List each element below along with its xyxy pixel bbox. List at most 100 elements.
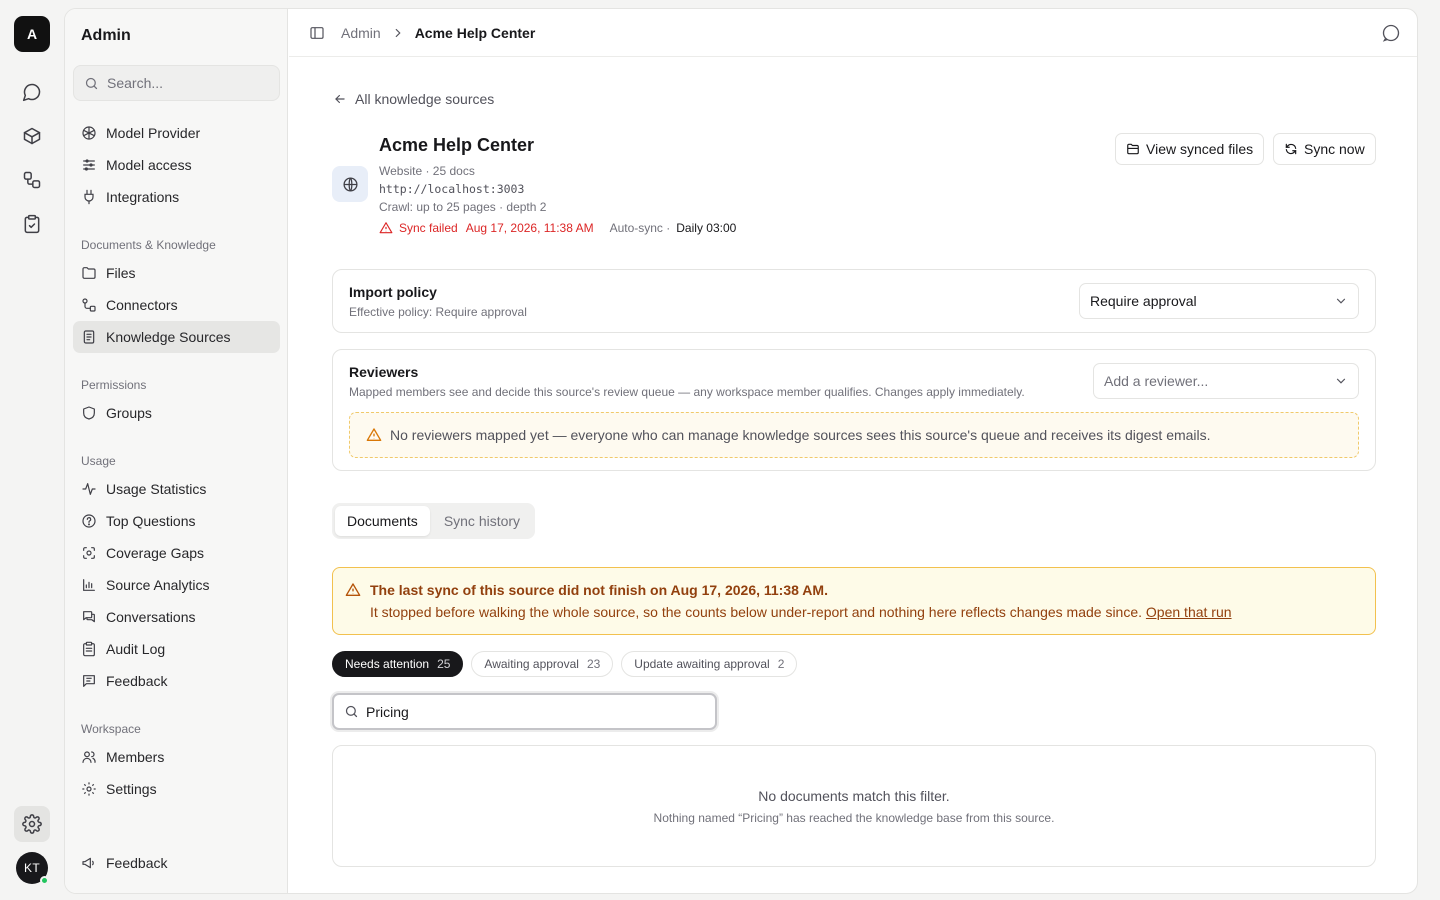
top-bar: Admin Acme Help Center (289, 9, 1417, 57)
reviewers-card: Reviewers Mapped members see and decide … (332, 349, 1376, 471)
sidebar-group-documents: Documents & Knowledge (81, 238, 216, 252)
filter-needs-attention[interactable]: Needs attention 25 (332, 651, 464, 677)
sidebar-item-connectors[interactable]: Connectors (73, 289, 280, 321)
content-area: Admin Acme Help Center All knowledge sou… (289, 9, 1417, 893)
sidebar-item-groups[interactable]: Groups (73, 397, 280, 429)
sidebar-item-usage-statistics[interactable]: Usage Statistics (73, 473, 280, 505)
no-reviewers-warning: No reviewers mapped yet — everyone who c… (349, 412, 1359, 458)
sidebar-item-label: Members (106, 749, 165, 765)
clipboard-icon (83, 641, 95, 657)
tab-sync-history[interactable]: Sync history (432, 506, 532, 536)
sidebar-item-coverage-gaps[interactable]: Coverage Gaps (73, 537, 280, 569)
gear-icon (82, 782, 96, 796)
sidebar-toggle-icon[interactable] (309, 25, 325, 41)
warning-icon (366, 428, 382, 441)
sync-status: Sync failed (399, 221, 458, 235)
filter-input-value: Pricing (366, 703, 409, 720)
breadcrumb-parent[interactable]: Admin (341, 25, 381, 41)
box-icon[interactable] (14, 118, 50, 154)
sidebar-item-label: Files (106, 265, 136, 281)
alert-body-text: It stopped before walking the whole sour… (370, 604, 1143, 620)
book-icon (83, 330, 95, 344)
sidebar-item-top-questions[interactable]: Top Questions (73, 505, 280, 537)
chip-count: 23 (586, 657, 601, 671)
tab-documents[interactable]: Documents (335, 506, 430, 536)
sync-time: Aug 17, 2026, 11:38 AM (465, 221, 594, 235)
view-synced-files-button[interactable]: View synced files (1115, 133, 1265, 165)
no-reviewers-warning-text: No reviewers mapped yet — everyone who c… (390, 427, 1211, 443)
plug-icon (84, 189, 94, 205)
back-link[interactable]: All knowledge sources (333, 91, 494, 107)
sidebar-search-input[interactable]: Search... (73, 65, 280, 101)
shield-icon (83, 406, 95, 420)
filter-update-awaiting-approval[interactable]: Update awaiting approval 2 (621, 651, 798, 677)
back-link-label: All knowledge sources (355, 91, 495, 107)
scan-icon (83, 547, 95, 559)
search-icon (85, 77, 98, 89)
chat-bubble-icon[interactable] (1381, 23, 1401, 43)
sidebar-item-source-analytics[interactable]: Source Analytics (73, 569, 280, 601)
sidebar-item-files[interactable]: Files (73, 257, 280, 289)
sync-incomplete-alert: The last sync of this source did not fin… (332, 567, 1376, 635)
import-policy-select[interactable]: Require approval (1079, 283, 1359, 319)
sync-status-row: Sync failed Aug 17, 2026, 11:38 AM Auto-… (379, 221, 736, 235)
sidebar-item-label: Source Analytics (106, 577, 210, 593)
refresh-icon (1285, 143, 1297, 155)
chip-label: Update awaiting approval (634, 657, 770, 671)
sidebar-item-label: Feedback (106, 855, 168, 871)
document-filter-input[interactable]: Pricing (332, 693, 717, 730)
open-run-link[interactable]: Open that run (1146, 604, 1232, 620)
source-title: Acme Help Center (379, 135, 535, 155)
sidebar-item-members[interactable]: Members (73, 741, 280, 773)
sidebar-item-label: Knowledge Sources (106, 329, 231, 345)
view-synced-files-label: View synced files (1146, 141, 1254, 157)
bar-chart-icon (83, 579, 95, 591)
sidebar-item-settings[interactable]: Settings (73, 773, 280, 805)
sync-now-label: Sync now (1304, 141, 1365, 157)
model-provider-icon (82, 126, 96, 140)
sliders-icon (83, 159, 95, 171)
sidebar-group-usage: Usage (81, 454, 116, 468)
empty-state: No documents match this filter. Nothing … (332, 745, 1376, 867)
chevron-down-icon (1336, 378, 1346, 384)
sidebar-item-model-provider[interactable]: Model Provider (73, 117, 280, 149)
clipboard-check-icon[interactable] (14, 206, 50, 242)
sidebar-item-label: Feedback (106, 673, 168, 689)
arrow-left-icon (335, 94, 345, 104)
add-reviewer-placeholder: Add a reviewer... (1104, 373, 1209, 389)
import-policy-card: Import policy Effective policy: Require … (332, 269, 1376, 333)
sidebar-item-model-access[interactable]: Model access (73, 149, 280, 181)
folder-open-icon (1127, 143, 1139, 155)
sidebar-item-feedback[interactable]: Feedback (73, 665, 280, 697)
sidebar-footer-feedback[interactable]: Feedback (73, 847, 280, 879)
chat-icon[interactable] (14, 74, 50, 110)
alert-body: It stopped before walking the whole sour… (370, 604, 1232, 620)
sync-now-button[interactable]: Sync now (1273, 133, 1376, 165)
activity-icon (82, 483, 96, 495)
sidebar-item-knowledge-sources[interactable]: Knowledge Sources (73, 321, 280, 353)
add-reviewer-select[interactable]: Add a reviewer... (1093, 363, 1359, 399)
filter-awaiting-approval[interactable]: Awaiting approval 23 (471, 651, 614, 677)
sidebar-item-conversations[interactable]: Conversations (73, 601, 280, 633)
chevron-right-icon (395, 28, 401, 37)
source-crawl-settings: Crawl: up to 25 pages · depth 2 (379, 200, 547, 214)
help-circle-icon (82, 514, 96, 528)
avatar-initials: KT (24, 861, 40, 875)
sidebar-group-permissions: Permissions (81, 378, 147, 392)
workflow-icon[interactable] (14, 162, 50, 198)
settings-gear-icon[interactable] (14, 806, 50, 842)
sidebar-item-label: Usage Statistics (106, 481, 207, 497)
sidebar-item-integrations[interactable]: Integrations (73, 181, 280, 213)
chevron-down-icon (1336, 298, 1346, 304)
workspace-logo[interactable]: A (14, 16, 50, 52)
admin-sidebar: Admin Search... Model Provider Model acc… (65, 9, 288, 893)
user-avatar[interactable]: KT (16, 852, 49, 885)
sidebar-item-audit-log[interactable]: Audit Log (73, 633, 280, 665)
sidebar-item-label: Coverage Gaps (106, 545, 205, 561)
sidebar-item-label: Integrations (106, 189, 180, 205)
search-placeholder: Search... (107, 75, 164, 91)
sidebar-item-label: Top Questions (106, 513, 196, 529)
alert-title: The last sync of this source did not fin… (370, 582, 828, 598)
breadcrumb-current: Acme Help Center (414, 24, 536, 41)
source-url: http://localhost:3003 (379, 182, 525, 196)
